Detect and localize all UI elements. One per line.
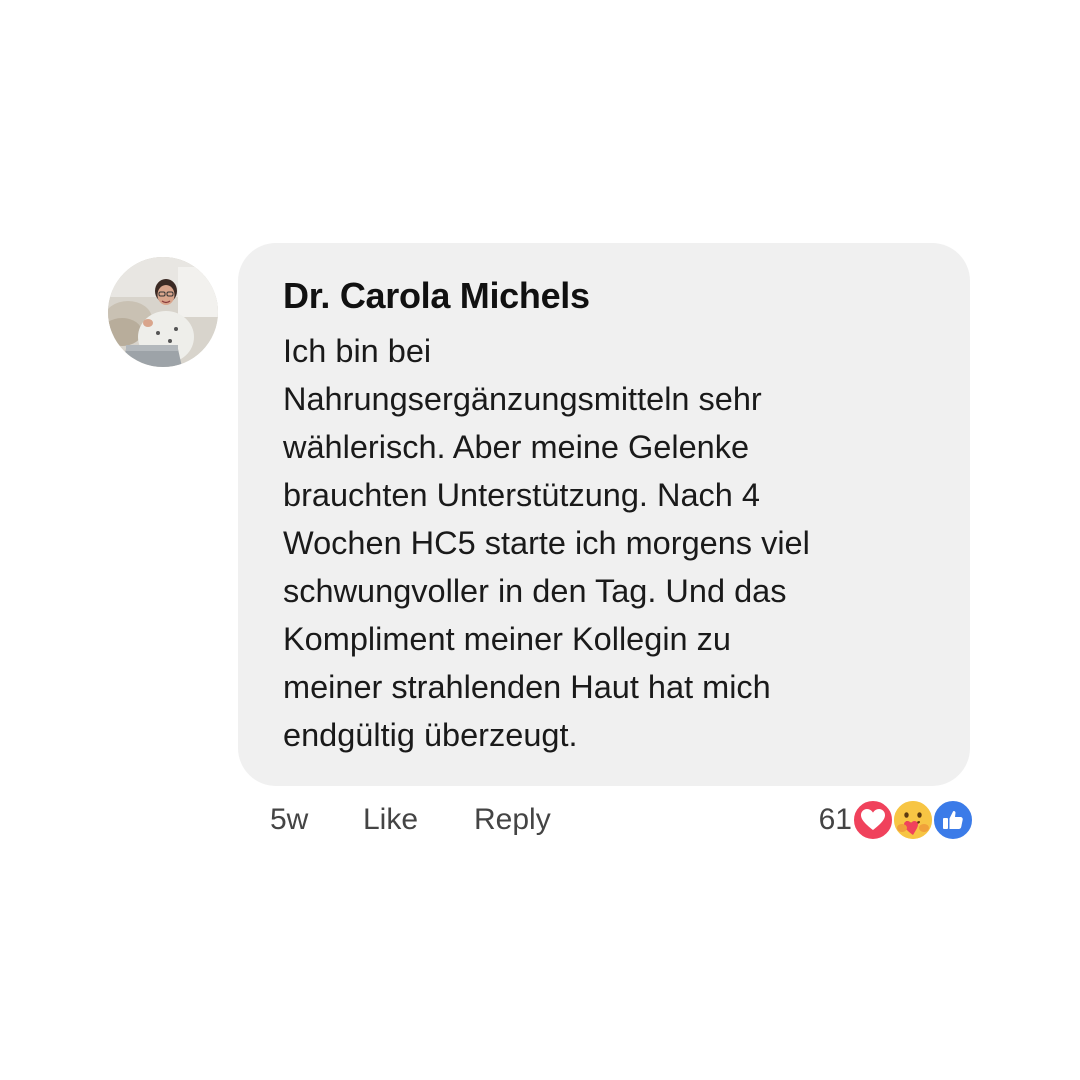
reply-button[interactable]: Reply: [474, 803, 551, 837]
care-reaction-icon: [892, 799, 934, 841]
comment-bubble: Dr. Carola Michels Ich bin bei Nahrungse…: [238, 243, 970, 786]
reactions-summary[interactable]: 61: [819, 798, 974, 842]
love-reaction-icon: [852, 799, 894, 841]
reaction-count: 61: [818, 803, 852, 836]
comment-text: Ich bin bei Nahrungsergänzungsmitteln se…: [283, 333, 810, 753]
avatar-photo: [108, 257, 218, 367]
like-reaction-icon: [932, 799, 974, 841]
like-button[interactable]: Like: [363, 803, 474, 837]
comment-actions: 5w Like Reply: [270, 796, 551, 844]
comment-author[interactable]: Dr. Carola Michels: [283, 273, 930, 319]
comment-timestamp[interactable]: 5w: [270, 803, 363, 837]
avatar[interactable]: [108, 257, 218, 367]
